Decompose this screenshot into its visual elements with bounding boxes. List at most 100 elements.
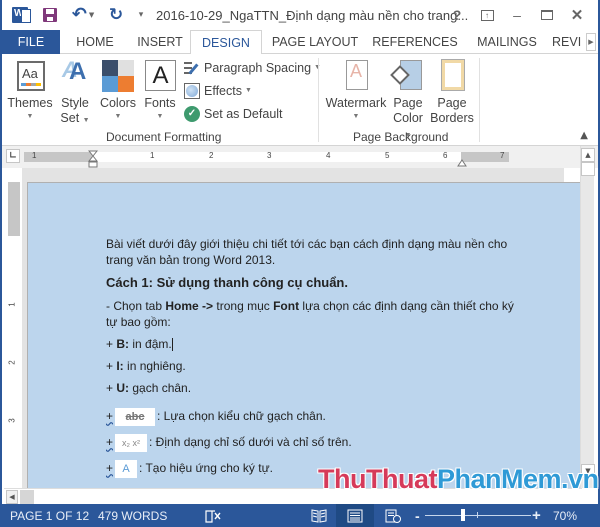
read-mode-button[interactable] [302,504,336,527]
set-as-default-button[interactable]: ✓ Set as Default [184,104,283,124]
status-bar: PAGE 1 OF 12 479 WORDS - + 70% [2,504,598,527]
page-count[interactable]: PAGE 1 OF 12 [10,504,89,527]
print-layout-button[interactable] [336,504,374,527]
tab-references[interactable]: REFERENCES [368,30,462,54]
customize-qat-icon[interactable]: ▾ [134,3,148,27]
word-window: W ↶ ▼ ↻ ▾ 2016-10-29_NgaTTN_Định dạng màu… [0,0,600,527]
page-color-icon [390,58,426,94]
style-set-label-2: Set ▼ [60,111,90,125]
zoom-slider-thumb[interactable] [461,509,465,521]
fonts-icon: A [142,58,178,94]
maximize-button[interactable] [532,0,562,30]
theme-color-swatch [118,60,134,76]
theme-color-swatch [118,76,134,92]
checkmark-icon: ✓ [184,106,200,122]
document-body[interactable]: Bài viết dưới đây giới thiệu chi tiết tớ… [106,236,526,484]
quick-access-toolbar: W ↶ ▼ ↻ ▾ [2,0,148,30]
vertical-ruler[interactable]: 1 2 3 [8,182,20,487]
undo-icon[interactable]: ↶ ▼ [68,3,98,27]
horizontal-scroll-thumb[interactable] [20,490,34,504]
fonts-label: Fonts [144,96,176,110]
section-heading: Cách 1: Sử dụng thanh công cụ chuẩn. [106,275,348,290]
style-set-button[interactable]: A A Style Set ▼ [56,58,94,127]
undo-dropdown-icon[interactable]: ▼ [89,11,94,19]
list-item-subscript: + x₂ x²: Định dạng chỉ số dưới và chỉ số … [106,434,526,452]
page-borders-label-2: Borders [430,111,474,125]
tab-home[interactable]: HOME [60,30,130,54]
collapse-ribbon-icon[interactable]: ▲ [580,130,588,141]
dropdown-arrow-icon: ▼ [244,87,252,94]
close-button[interactable]: ✕ [562,0,592,30]
web-layout-icon [385,509,401,523]
proofing-error-icon[interactable] [205,504,221,527]
subscript-superscript-image: x₂ x² [115,434,148,452]
paragraph-spacing-button[interactable]: Paragraph Spacing ▼ [184,58,321,78]
help-button[interactable]: ? [442,0,472,30]
tab-insert[interactable]: INSERT [130,30,190,54]
zoom-level[interactable]: 70% [553,504,577,527]
list-item-underline: + U: gạch chân. [106,381,192,395]
web-layout-button[interactable] [376,504,410,527]
page-borders-button[interactable]: Page Borders [430,58,474,126]
tab-selector-button[interactable]: ∟ [6,149,20,163]
effects-icon [184,83,200,99]
effects-button[interactable]: Effects ▼ [184,81,252,101]
vertical-scroll-thumb[interactable] [581,162,595,176]
list-item-italic: + I: in nghiêng. [106,359,186,373]
ribbon-display-options-button[interactable]: ↑ [472,0,502,30]
text-cursor [171,338,173,352]
ribbon-design: Aa Themes ▼ A A Style Set ▼ Colors ▼ A F… [2,54,598,146]
dropdown-arrow-icon: ▼ [352,113,360,120]
tab-design[interactable]: DESIGN [190,30,262,55]
tab-file[interactable]: FILE [2,30,60,54]
document-title: 2016-10-29_NgaTTN_Định dạng màu nền cho … [156,7,469,23]
themes-icon: Aa [12,58,48,94]
themes-label: Themes [7,96,53,110]
scroll-left-button[interactable]: ◀ [6,490,18,504]
group-separator [479,58,480,142]
dropdown-arrow-icon: ▼ [156,113,164,120]
fonts-button[interactable]: A Fonts ▼ [140,58,180,123]
zoom-slider-track[interactable] [425,515,531,516]
vertical-scrollbar[interactable]: ▲ ▼ [580,146,595,488]
list-item-bold: + B: in đậm. [106,337,173,352]
watermark-button[interactable]: A Watermark ▼ [326,58,386,123]
colors-label: Colors [99,96,137,110]
page-borders-label-1: Page [437,96,467,110]
group-label-document-formatting: Document Formatting [106,130,222,144]
paragraph-spacing-icon [184,60,200,76]
intro-paragraph: Bài viết dưới đây giới thiệu chi tiết tớ… [106,237,508,267]
scroll-up-button[interactable]: ▲ [581,148,595,162]
ribbon-tabs: FILE HOME INSERT DESIGN PAGE LAYOUT REFE… [2,30,598,55]
window-controls: ? ↑ – ✕ [442,0,592,30]
watermark-icon: A [338,58,374,94]
ruler-area: ∟ 1 1 2 3 4 5 6 7 [2,146,598,168]
style-set-label-1: Style [61,96,89,110]
first-line-indent-marker[interactable] [87,150,99,168]
dropdown-arrow-icon: ▼ [114,113,122,120]
page-borders-icon [434,58,470,94]
page-color-label-1: Page [393,96,423,110]
theme-colors-icon [100,58,136,94]
save-icon[interactable] [38,3,62,27]
group-label-page-background: Page Background [353,130,449,144]
word-count[interactable]: 479 WORDS [98,504,167,527]
themes-button[interactable]: Aa Themes ▼ [7,58,53,123]
word-logo-icon[interactable]: W [8,3,32,27]
tab-page-layout[interactable]: PAGE LAYOUT [262,30,368,54]
read-mode-icon [311,508,327,523]
strikethrough-image: abc [115,408,156,426]
minimize-button[interactable]: – [502,0,532,30]
zoom-in-button[interactable]: + [532,504,541,527]
site-watermark: ThuThuatPhanMem.vn [318,464,599,494]
watermark-label: Watermark [325,96,387,110]
tab-scroll-right-button[interactable]: ▶ [586,33,596,51]
print-layout-icon [347,509,363,522]
redo-icon[interactable]: ↻ [104,3,128,27]
colors-button[interactable]: Colors ▼ [98,58,138,123]
zoom-out-button[interactable]: - [415,504,420,527]
theme-color-swatch [102,60,118,76]
step-paragraph: - Chọn tab Home -> trong mục Font lựa ch… [106,299,514,329]
group-separator [318,58,319,142]
tab-mailings[interactable]: MAILINGS [462,30,552,54]
